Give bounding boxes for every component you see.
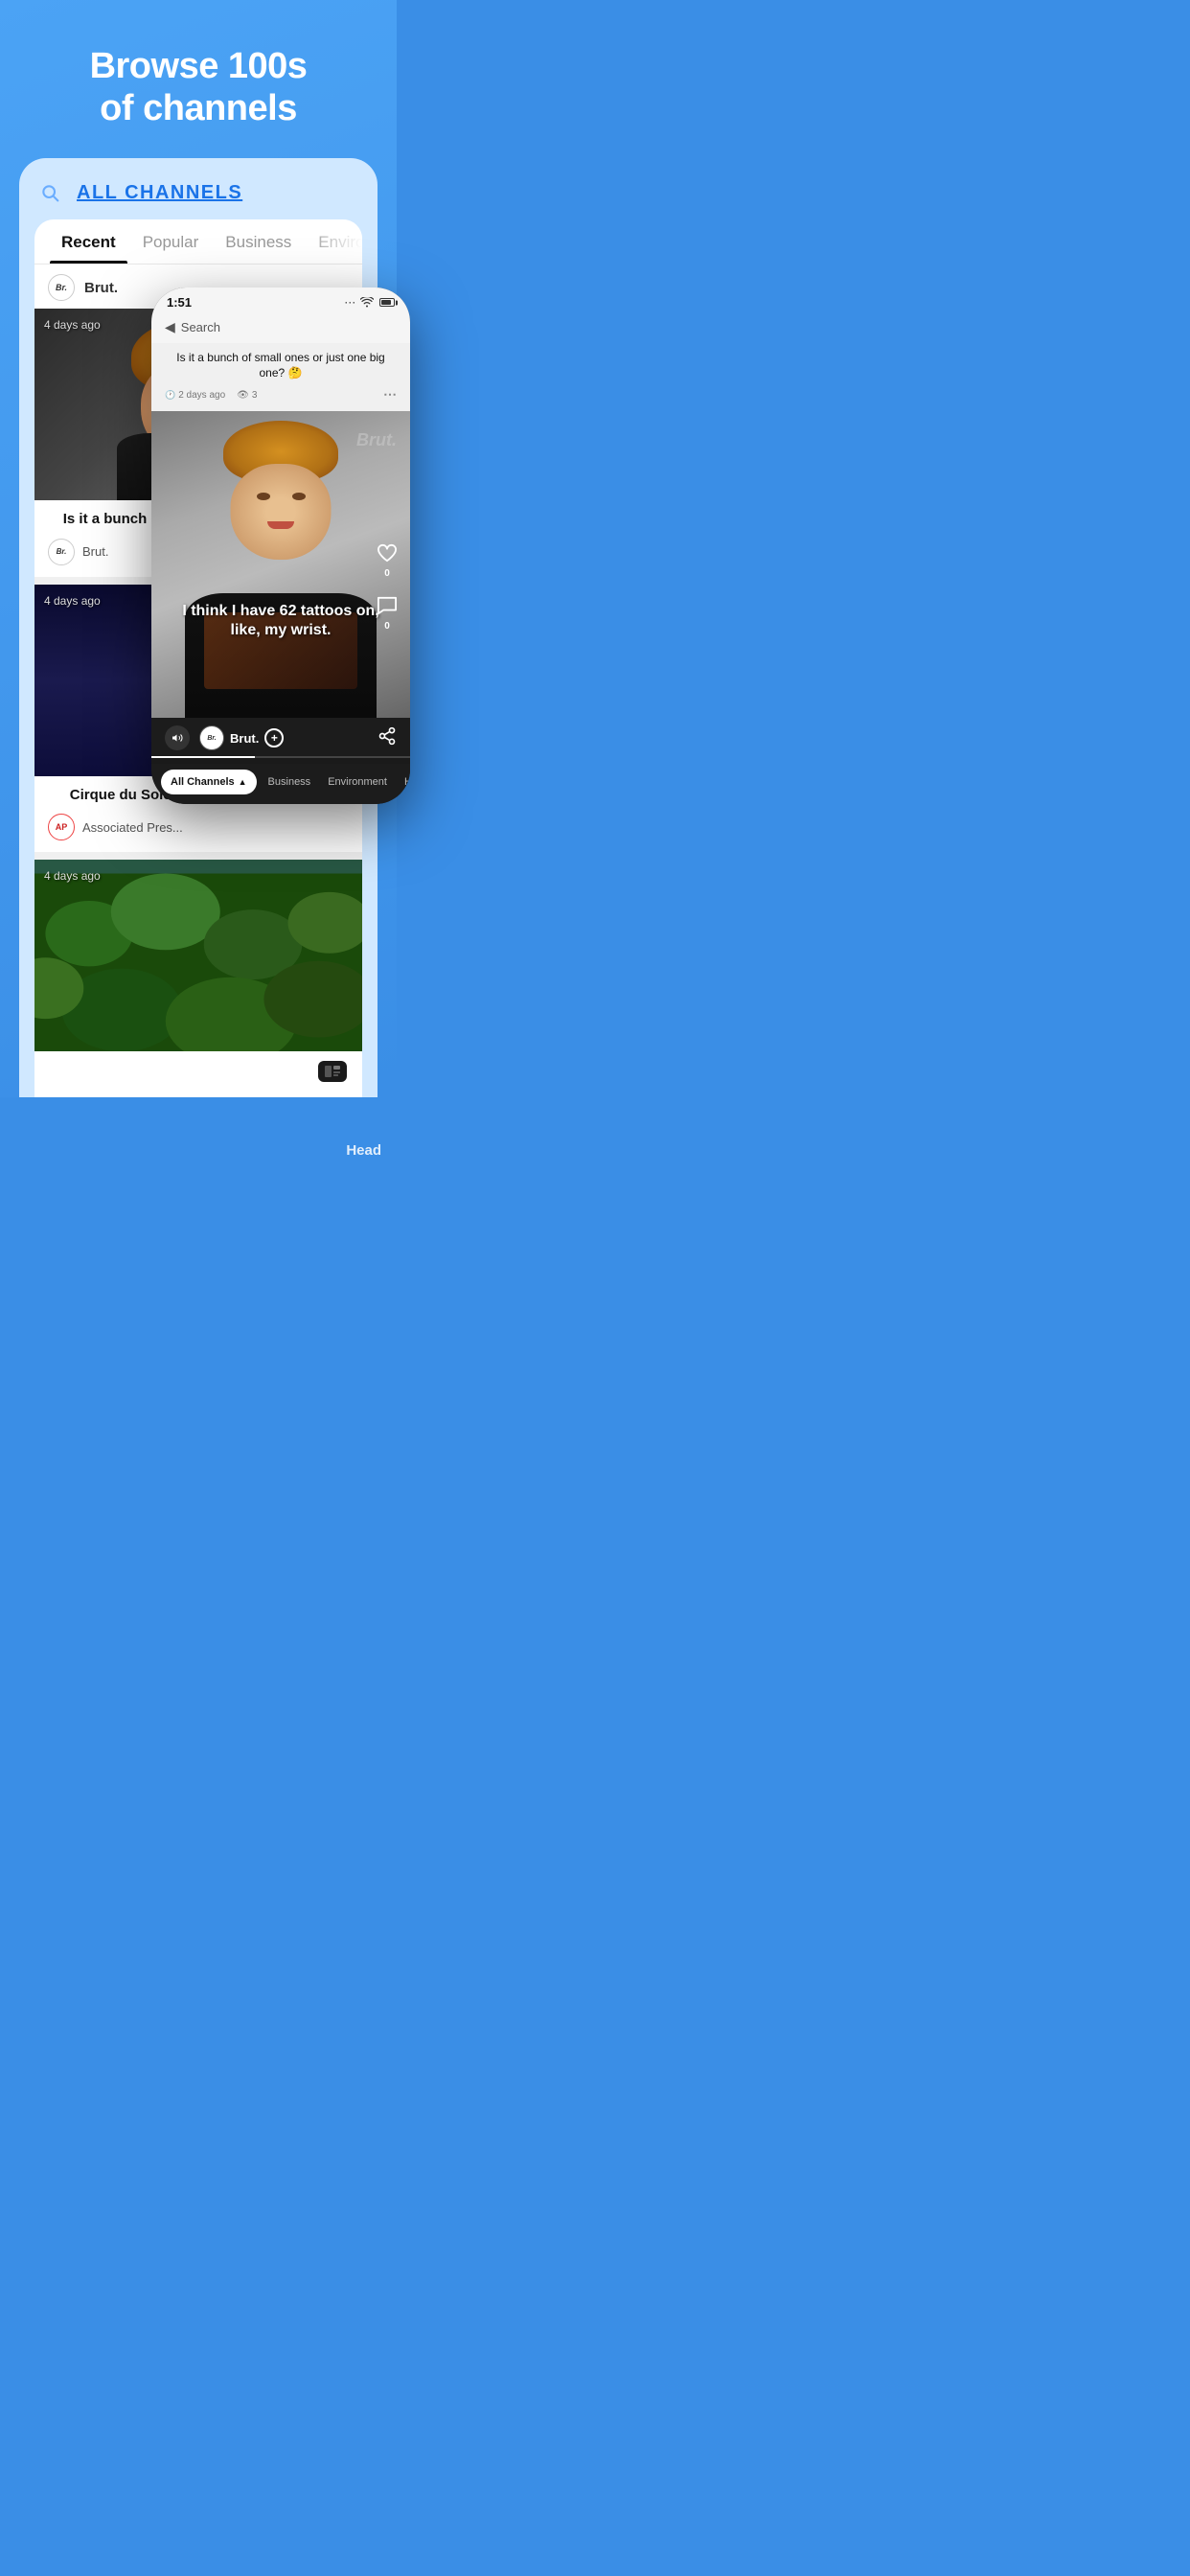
tab-business[interactable]: Business <box>214 219 303 264</box>
phone-video-title: Is it a bunch of small ones or just one … <box>151 343 410 384</box>
video-subtitle: I think I have 62 tattoos on, like, my w… <box>151 602 410 642</box>
all-channels-label[interactable]: ALL CHANNELS <box>77 182 242 204</box>
bottom-icon-area <box>34 1051 362 1097</box>
tab-popular[interactable]: Popular <box>131 219 211 264</box>
all-channels-nav-button[interactable]: All Channels ▲ <box>161 770 257 794</box>
hero-section: Browse 100s of channels ALL CHANNELS Rec… <box>0 0 397 1097</box>
phone-bottom-bar: Br. Brut. + <box>151 718 410 756</box>
time-tag-2: 4 days ago <box>44 594 101 608</box>
follow-button[interactable]: + <box>264 728 284 748</box>
phone-search-bar[interactable]: ◀ Search <box>151 313 410 343</box>
status-icons: ··· <box>345 297 395 308</box>
heart-icon <box>374 540 400 566</box>
nature-thumbnail <box>34 860 362 1051</box>
phone-status-bar: 1:51 ··· <box>151 288 410 313</box>
channel-row-2: AP Associated Pres... <box>34 808 362 852</box>
news-icon <box>318 1061 347 1082</box>
bottom-brut-avatar: Br. <box>199 725 224 750</box>
tabs-row: Recent Popular Business Enviro <box>34 219 362 264</box>
nav-business[interactable]: Business <box>263 772 317 792</box>
ap-avatar: AP <box>48 814 75 840</box>
brut-label: Brut. <box>84 280 118 296</box>
comment-icon <box>374 592 400 619</box>
channel-name-1: Brut. <box>82 544 108 559</box>
progress-bar[interactable] <box>151 756 410 758</box>
battery-icon <box>379 298 395 307</box>
progress-fill <box>151 756 255 758</box>
volume-button[interactable] <box>165 725 190 750</box>
meta-time: 🕐 2 days ago <box>165 390 225 401</box>
share-button[interactable] <box>378 726 397 750</box>
signal-dots: ··· <box>345 298 356 308</box>
more-options[interactable]: ⋯ <box>383 386 397 403</box>
bottom-channel-info: Br. Brut. + <box>199 725 368 750</box>
wifi-icon <box>360 297 374 308</box>
search-text: Search <box>181 320 220 334</box>
tab-enviro[interactable]: Enviro <box>307 219 362 264</box>
bottom-section: Head <box>0 1097 397 1174</box>
like-button[interactable]: 0 <box>374 540 400 579</box>
phone-nav-bar: All Channels ▲ Business Environment Head… <box>151 764 410 804</box>
browse-card-header: ALL CHANNELS <box>34 177 362 208</box>
phone-video-meta: 🕐 2 days ago 👁 3 ⋯ <box>151 384 410 411</box>
phone-player[interactable]: Brut. I think I have 62 tattoos on, like… <box>151 411 410 718</box>
all-channels-nav-label: All Channels <box>171 776 235 788</box>
headlines-tag: Head <box>346 1142 381 1159</box>
brut-watermark: Brut. <box>356 430 397 450</box>
nav-headlines-partial[interactable]: Head... <box>399 772 410 792</box>
comment-count: 0 <box>384 621 390 632</box>
overlay-phone: 1:51 ··· ◀ Search Is it a <box>151 288 410 804</box>
time-tag-1: 4 days ago <box>44 318 101 332</box>
time-tag-3: 4 days ago <box>44 869 101 883</box>
hero-title: Browse 100s of channels <box>19 46 378 129</box>
comment-button[interactable]: 0 <box>374 592 400 632</box>
back-arrow[interactable]: ◀ <box>165 319 175 335</box>
brut-avatar: Br. <box>48 274 75 301</box>
video-card-3[interactable]: 4 days ago <box>34 860 362 1051</box>
video-thumb-3: 4 days ago <box>34 860 362 1051</box>
channel-name-2: Associated Pres... <box>82 820 183 835</box>
search-icon[interactable] <box>34 177 65 208</box>
status-time: 1:51 <box>167 295 192 310</box>
bottom-channel-name: Brut. <box>230 731 259 746</box>
chevron-up-icon: ▲ <box>239 777 247 787</box>
player-actions: 0 0 <box>374 540 400 632</box>
brut-avatar-card1: Br. <box>48 539 75 565</box>
like-count: 0 <box>384 568 390 579</box>
tab-recent[interactable]: Recent <box>50 219 127 264</box>
meta-views: 👁 3 <box>237 390 257 401</box>
nav-environment[interactable]: Environment <box>322 772 393 792</box>
